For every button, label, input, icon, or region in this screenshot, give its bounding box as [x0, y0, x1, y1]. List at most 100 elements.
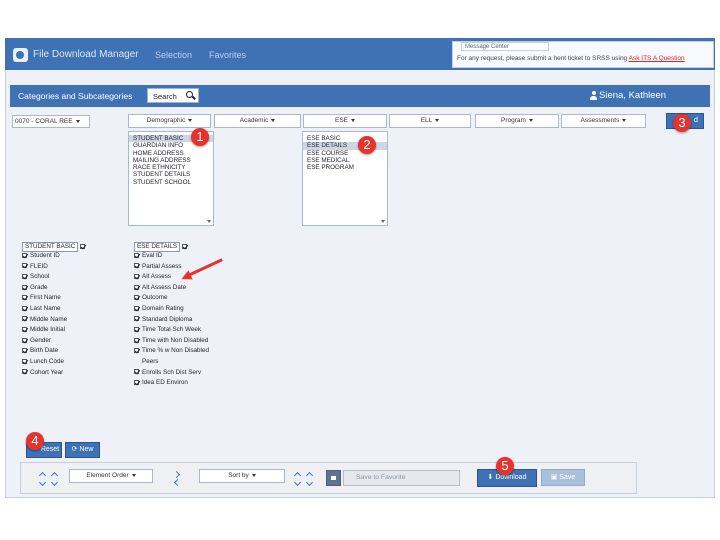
user-icon	[590, 91, 597, 100]
checkbox[interactable]	[22, 284, 27, 290]
field-label: Grade	[30, 283, 48, 291]
chevron-down-icon[interactable]	[305, 478, 314, 487]
checkbox[interactable]	[134, 274, 139, 280]
app-title: File Download Manager	[33, 49, 139, 60]
field-label: Partial Assess	[142, 262, 182, 270]
checkbox[interactable]	[134, 379, 139, 385]
tab-demographic[interactable]: Demographic	[128, 114, 211, 128]
list-item[interactable]: FLEID	[22, 262, 88, 273]
checkbox[interactable]	[134, 295, 139, 301]
field-label: Domain Rating	[142, 304, 184, 312]
list-item[interactable]: ESE PROGRAM	[303, 164, 387, 171]
list-item[interactable]: First Name	[22, 293, 88, 304]
checkbox[interactable]	[22, 326, 27, 332]
checkbox[interactable]	[134, 252, 139, 258]
chevron-left-icon[interactable]	[173, 478, 182, 487]
field-label: Eval ID	[142, 252, 163, 259]
save-button[interactable]: ▣ Save	[541, 469, 585, 486]
search-button[interactable]: Search	[147, 88, 199, 103]
list-item[interactable]: Time with Non Disabled	[134, 336, 209, 347]
tab-label: Demographic	[146, 117, 186, 124]
list-item[interactable]: HOME ADDRESS	[129, 150, 213, 157]
list-item[interactable]: Domain Rating	[134, 304, 209, 315]
student-basic-header[interactable]: STUDENT BASIC	[22, 242, 88, 252]
search-icon	[186, 91, 193, 98]
list-item[interactable]: STUDENT DETAILS	[129, 171, 213, 178]
save-to-favorite-input[interactable]: Save to Favorite	[343, 470, 460, 486]
list-item[interactable]: Middle Initial	[22, 325, 88, 336]
list-item[interactable]: Eval ID	[134, 251, 209, 262]
scroll-down-icon[interactable]	[207, 220, 211, 223]
list-item[interactable]: Idea ED Environ	[134, 378, 209, 389]
list-item[interactable]: ESE COURSE	[303, 150, 387, 157]
field-label: Cohort Year	[30, 368, 64, 376]
checkbox[interactable]	[22, 295, 27, 301]
checkbox[interactable]	[134, 263, 139, 269]
tab-ese[interactable]: ESE	[303, 114, 387, 128]
checkbox[interactable]	[22, 305, 27, 311]
field-label: Time with Non Disabled	[142, 336, 209, 344]
select-all-checkbox[interactable]	[181, 243, 187, 249]
nav-favorites[interactable]: Favorites	[209, 50, 246, 60]
select-all-checkbox[interactable]	[80, 243, 86, 249]
checkbox[interactable]	[22, 369, 27, 375]
checkbox[interactable]	[22, 348, 27, 354]
checkbox[interactable]	[134, 337, 139, 343]
list-item[interactable]: Standard Diploma	[134, 315, 209, 326]
list-item[interactable]: Grade	[22, 283, 88, 294]
field-label: Middle Name	[30, 315, 68, 323]
step-badge-4: 4	[26, 432, 44, 450]
list-item[interactable]: MAILING ADDRESS	[129, 157, 213, 164]
checkbox[interactable]	[134, 326, 139, 332]
list-item[interactable]: Alt Assess	[134, 272, 209, 283]
list-item[interactable]: Gender	[22, 336, 88, 347]
ese-details-header[interactable]: ESE DETAILS	[134, 242, 209, 252]
nav-selection[interactable]: Selection	[155, 50, 192, 60]
tab-academic[interactable]: Academic	[214, 114, 301, 128]
list-item[interactable]: Lunch Code	[22, 357, 88, 368]
list-item[interactable]: ESE MEDICAL	[303, 157, 387, 164]
list-item[interactable]: STUDENT SCHOOL	[129, 179, 213, 186]
checkbox[interactable]	[134, 316, 139, 322]
chevron-down-icon	[271, 118, 276, 122]
ask-its-link[interactable]: Ask ITS A Question	[629, 55, 685, 62]
checkbox[interactable]	[134, 369, 139, 375]
checkbox[interactable]	[134, 348, 139, 354]
sort-by-dropdown[interactable]: Sort by	[199, 469, 285, 483]
list-item[interactable]: Enrolls Sch Dist Serv	[134, 368, 209, 379]
school-dropdown[interactable]: 0070 - CORAL REE	[12, 115, 90, 128]
list-item[interactable]: Last Name	[22, 304, 88, 315]
tab-assessments[interactable]: Assessments	[561, 114, 646, 128]
tab-ell[interactable]: ELL	[389, 114, 471, 128]
checkbox[interactable]	[134, 284, 139, 290]
scroll-down-icon[interactable]	[381, 220, 385, 223]
chevron-right-icon[interactable]	[172, 470, 181, 479]
checkbox[interactable]	[22, 274, 27, 280]
new-button[interactable]: ⟳ New	[65, 442, 100, 458]
ese-details-column: ESE DETAILS Eval ID Partial Assess Alt A…	[134, 242, 209, 389]
list-item[interactable]: Time % w Non Disabled	[134, 346, 209, 357]
list-item[interactable]: Student ID	[22, 251, 88, 262]
element-order-dropdown[interactable]: Element Order	[69, 469, 153, 483]
chevron-down-icon[interactable]	[293, 478, 302, 487]
field-label: Middle Initial	[30, 326, 65, 334]
checkbox[interactable]	[22, 337, 27, 343]
checkbox[interactable]	[134, 305, 139, 311]
checkbox[interactable]	[22, 252, 27, 258]
checkbox[interactable]	[22, 358, 27, 364]
favorite-icon-button[interactable]	[326, 470, 341, 486]
chevron-down-icon[interactable]	[50, 478, 59, 487]
checkbox[interactable]	[22, 263, 27, 269]
tab-program[interactable]: Program	[475, 114, 559, 128]
list-item[interactable]: RACE ETHNICITY	[129, 164, 213, 171]
list-item[interactable]: Birth Date	[22, 346, 88, 357]
list-item[interactable]: Cohort Year	[22, 368, 88, 379]
list-item[interactable]: School	[22, 272, 88, 283]
step-badge-5: 5	[496, 457, 514, 475]
list-item[interactable]: Middle Name	[22, 315, 88, 326]
list-item[interactable]: Alt Assess Date	[134, 283, 209, 294]
checkbox[interactable]	[22, 316, 27, 322]
list-item[interactable]: Outcome	[134, 293, 209, 304]
list-item[interactable]: Time Total Sch Week	[134, 325, 209, 336]
chevron-down-icon[interactable]	[38, 478, 47, 487]
